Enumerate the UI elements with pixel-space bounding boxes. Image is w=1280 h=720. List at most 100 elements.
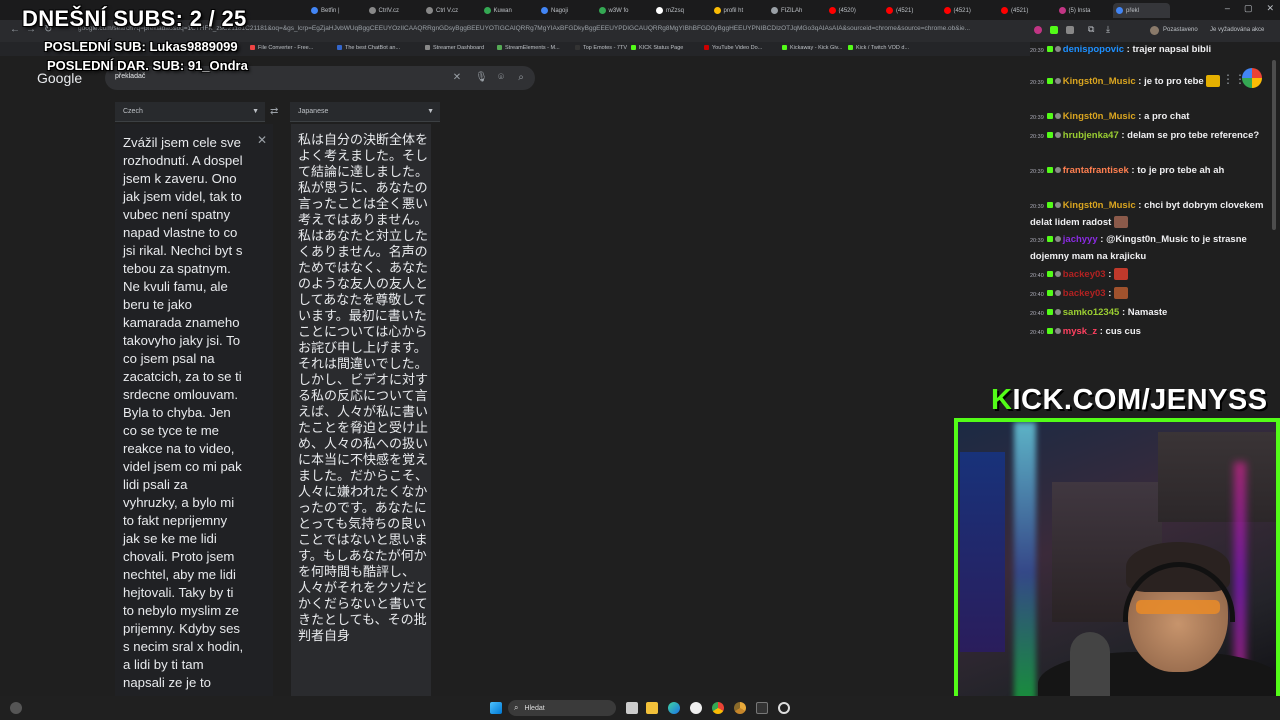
chat-username[interactable]: Kingst0n_Music — [1063, 76, 1136, 87]
swap-languages-icon[interactable]: ⇄ — [270, 106, 278, 117]
weather-icon[interactable] — [10, 702, 22, 714]
tab-label: FIZILAh — [781, 7, 803, 14]
browser-tab[interactable]: CtrlV.cz — [366, 3, 423, 18]
chat-message: 20:39 denispopovic : trajer napsal bibli — [1030, 42, 1268, 59]
chat-username[interactable]: Kingst0n_Music — [1063, 111, 1136, 122]
minimize-icon[interactable]: – — [1225, 3, 1230, 14]
chat-text: : a pro chat — [1138, 111, 1190, 122]
browser-tab[interactable]: (5) Insta — [1056, 3, 1113, 18]
browser-tab[interactable]: (4521) — [883, 3, 940, 18]
tab-label: Kuwan — [493, 7, 512, 14]
source-language-select[interactable]: Czech ▼ — [115, 102, 265, 122]
target-language-label: Japanese — [298, 108, 329, 115]
profile-status: Pozastaveno — [1163, 27, 1198, 33]
obs-icon[interactable] — [778, 702, 790, 714]
mic-icon[interactable]: 🎙︎ — [475, 72, 488, 84]
chat-emote-icon — [1113, 216, 1128, 229]
windows-icon[interactable] — [490, 702, 502, 714]
store-icon[interactable] — [690, 702, 702, 714]
tab-favicon-icon — [886, 7, 893, 14]
extension-icon[interactable] — [1066, 26, 1074, 34]
bookmark-item[interactable]: Top Emotes - 7TV — [575, 45, 627, 51]
chrome-canary-icon[interactable] — [734, 702, 746, 714]
browser-tab[interactable]: FIZILAh — [768, 3, 825, 18]
browser-tab[interactable]: (4520) — [826, 3, 883, 18]
bookmark-item[interactable]: KICK Status Page — [631, 45, 683, 51]
bookmark-item[interactable]: Streamer Dashboard — [425, 45, 484, 51]
bookmark-favicon-icon — [704, 45, 709, 51]
bookmark-item[interactable]: Kickaway - Kick Giv... — [782, 45, 842, 51]
lens-icon[interactable]: ⌾ — [495, 72, 507, 84]
download-icon[interactable]: ⤓ — [1106, 24, 1110, 35]
puzzle-icon[interactable]: ⧉ — [1088, 24, 1094, 35]
translated-text: 私は自分の決断全体をよく考えました。そして結論に達しました。私が思うに、あなたの… — [298, 133, 429, 644]
chrome-icon[interactable] — [712, 702, 724, 714]
search-input[interactable]: překladač — [115, 73, 145, 80]
browser-tab[interactable]: překl — [1113, 3, 1170, 18]
browser-tab[interactable]: Betfin | — [308, 3, 365, 18]
tab-favicon-icon — [828, 7, 836, 14]
chat-username[interactable]: frantafrantisek — [1063, 165, 1129, 176]
chat-scrollbar[interactable] — [1272, 60, 1276, 230]
terminal-icon[interactable] — [756, 702, 768, 714]
webcam-feed — [954, 418, 1280, 720]
browser-tab[interactable]: (4521) — [941, 3, 998, 18]
chat-username[interactable]: samko12345 — [1063, 307, 1120, 318]
webcam-light — [1014, 422, 1036, 716]
chat-timestamp: 20:39 — [1030, 134, 1044, 140]
sync-action-label[interactable]: Je vyžadována akce — [1210, 27, 1264, 33]
clear-text-icon[interactable]: ✕ — [257, 133, 267, 147]
bookmark-item[interactable]: The best ChatBot an... — [337, 45, 400, 51]
chat-username[interactable]: backey03 — [1063, 288, 1106, 299]
bookmark-favicon-icon — [337, 45, 342, 51]
extension-icon[interactable] — [1034, 26, 1042, 34]
chat-username[interactable]: Kingst0n_Music — [1063, 200, 1136, 211]
chat-timestamp: 20:40 — [1030, 330, 1044, 336]
tab-label: (4521) — [896, 7, 914, 14]
subs-count-overlay: DNEŠNÍ SUBS: 2 / 25 — [22, 6, 247, 31]
browser-tab[interactable]: w3W fo — [596, 3, 653, 18]
tab-favicon-icon — [1116, 7, 1123, 14]
chat-message: 20:40 backey03 : — [1030, 267, 1268, 284]
avatar[interactable] — [1150, 26, 1159, 35]
source-text-area[interactable]: Zvážil jsem cele sve rozhodnutí. A dospe… — [115, 124, 273, 704]
chat-username[interactable]: backey03 — [1063, 269, 1106, 280]
close-icon[interactable]: ✕ — [1266, 3, 1274, 14]
chat-username[interactable]: jachyyy — [1063, 234, 1098, 245]
bookmark-item[interactable]: YouTube Video Do... — [704, 45, 762, 51]
taskbar-search[interactable]: ⌕ Hledat — [508, 700, 616, 716]
task-view-icon[interactable] — [626, 702, 638, 714]
bookmark-label: StreamElements - M... — [505, 45, 560, 51]
bookmark-item[interactable]: StreamElements - M... — [497, 45, 560, 51]
chat-username[interactable]: hrubjenka47 — [1063, 130, 1119, 141]
bookmark-favicon-icon — [782, 45, 787, 51]
chat-timestamp: 20:39 — [1030, 80, 1044, 86]
edge-icon[interactable] — [668, 702, 680, 714]
subscriber-badge-icon — [1046, 113, 1053, 120]
tab-favicon-icon — [426, 7, 433, 14]
browser-tab[interactable]: Ctrl V.cz — [423, 3, 480, 18]
bookmark-item[interactable]: File Converter - Free... — [250, 45, 313, 51]
subscriber-badge-icon — [1046, 236, 1053, 243]
chat-username[interactable]: denispopovic — [1063, 44, 1124, 55]
chat-timestamp: 20:40 — [1030, 273, 1044, 279]
subscriber-badge-icon — [1046, 328, 1053, 335]
chat-text: : — [1108, 269, 1112, 280]
bookmark-item[interactable]: Kick / Twitch VOD d... — [848, 45, 909, 51]
target-language-select[interactable]: Japanese ▼ — [290, 102, 440, 122]
chat-username[interactable]: mysk_z — [1063, 326, 1097, 337]
user-badge-icon — [1054, 78, 1061, 85]
maximize-icon[interactable]: ▢ — [1244, 3, 1253, 14]
browser-tab[interactable]: (4521) — [998, 3, 1055, 18]
subscriber-badge-icon — [1046, 202, 1053, 209]
browser-tab[interactable]: profil ht — [711, 3, 768, 18]
browser-tab[interactable]: Kuwan — [481, 3, 538, 18]
extension-icon[interactable] — [1050, 26, 1058, 34]
close-icon[interactable]: ✕ — [451, 72, 463, 84]
back-icon[interactable]: ← — [10, 24, 20, 35]
browser-tab[interactable]: mZzsq — [653, 3, 710, 18]
search-icon[interactable]: ⌕ — [515, 72, 527, 84]
browser-tab[interactable]: Nagoji — [538, 3, 595, 18]
source-text[interactable]: Zvážil jsem cele sve rozhodnutí. A dospe… — [123, 134, 259, 692]
file-explorer-icon[interactable] — [646, 702, 658, 714]
